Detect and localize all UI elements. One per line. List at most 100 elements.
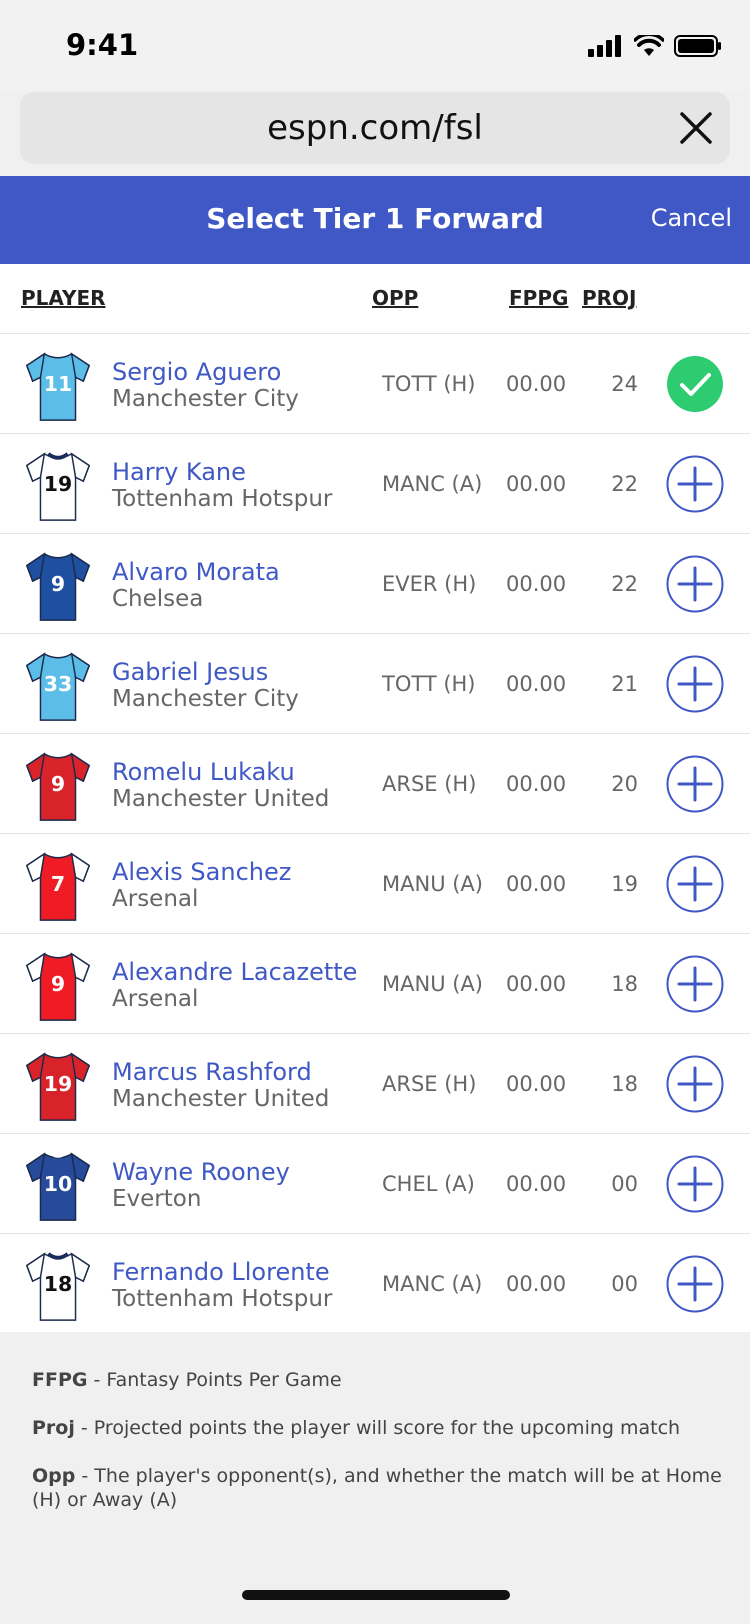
svg-text:9: 9 [51,572,65,596]
column-headers: PLAYER OPP FPPG PROJ [0,264,750,334]
add-player-icon[interactable] [666,655,724,713]
jersey-icon: 9 [25,952,91,1021]
player-row[interactable]: 9 Alexandre Lacazette Arsenal MANU (A) 00.00… [0,934,750,1034]
player-team: Arsenal [112,986,199,1012]
add-player-icon[interactable] [666,755,724,813]
cellular-signal-icon [588,35,621,57]
address-bar[interactable]: espn.com/fsl [20,92,730,164]
jersey-icon: 7 [25,852,91,921]
cancel-button[interactable]: Cancel [651,204,732,232]
player-fppg: 00.00 [506,1072,567,1096]
status-time: 9:41 [66,28,139,62]
player-opp: TOTT (H) [382,372,476,396]
svg-text:19: 19 [44,1072,72,1096]
player-row[interactable]: 9 Alvaro Morata Chelsea EVER (H) 00.00 22 [0,534,750,634]
player-team: Tottenham Hotspur [112,486,333,512]
svg-text:7: 7 [51,872,65,896]
player-name[interactable]: Wayne Rooney [112,1158,290,1186]
svg-text:10: 10 [44,1172,72,1196]
player-team: Manchester City [112,386,299,412]
jersey-icon: 19 [25,452,91,521]
player-name[interactable]: Romelu Lukaku [112,758,295,786]
svg-text:19: 19 [44,472,72,496]
status-icons [588,34,722,58]
jersey-icon: 10 [25,1152,91,1221]
add-player-icon[interactable] [666,555,724,613]
player-row[interactable]: 10 Wayne Rooney Everton CHEL (A) 00.00 00 [0,1134,750,1234]
jersey-icon: 11 [25,352,91,421]
wifi-icon [634,35,664,56]
player-opp: TOTT (H) [382,672,476,696]
page-title: Select Tier 1 Forward [206,202,544,235]
player-name[interactable]: Marcus Rashford [112,1058,312,1086]
player-proj: 24 [611,372,638,396]
player-fppg: 00.00 [506,1272,567,1296]
player-fppg: 00.00 [506,972,567,996]
player-opp: CHEL (A) [382,1172,475,1196]
player-name[interactable]: Alexandre Lacazette [112,958,357,986]
player-opp: MANC (A) [382,472,483,496]
jersey-icon: 19 [25,1052,91,1121]
battery-icon [674,35,721,57]
player-row[interactable]: 33 Gabriel Jesus Manchester City TOTT (H) 00… [0,634,750,734]
add-player-icon[interactable] [666,1255,724,1313]
player-row[interactable]: 19 Harry Kane Tottenham Hotspur MANC (A) 00.… [0,434,750,534]
player-proj: 22 [611,572,638,596]
legend-ffpg: FFPG - Fantasy Points Per Game [32,1369,342,1391]
player-row[interactable]: 18 Fernando Llorente Tottenham Hotspur MANC… [0,1234,750,1334]
player-team: Manchester City [112,686,299,712]
player-name[interactable]: Alvaro Morata [112,558,280,586]
add-player-icon[interactable] [666,455,724,513]
column-header-opp[interactable]: OPP [372,286,418,310]
add-player-icon[interactable] [666,1055,724,1113]
url-text: espn.com/fsl [267,108,483,148]
player-proj: 21 [611,672,638,696]
jersey-icon: 33 [25,652,91,721]
player-proj: 18 [611,972,638,996]
player-row[interactable]: 19 Marcus Rashford Manchester United ARSE (… [0,1034,750,1134]
player-opp: MANU (A) [382,972,483,996]
svg-text:9: 9 [51,972,65,996]
player-opp: MANU (A) [382,872,483,896]
player-team: Manchester United [112,1086,330,1112]
player-row[interactable]: 7 Alexis Sanchez Arsenal MANU (A) 00.00 19 [0,834,750,934]
player-team: Tottenham Hotspur [112,1286,333,1312]
add-player-icon[interactable] [666,955,724,1013]
player-proj: 00 [611,1272,638,1296]
player-proj: 22 [611,472,638,496]
close-icon[interactable] [678,110,714,146]
selected-check-icon[interactable] [666,355,724,413]
column-header-player[interactable]: PLAYER [21,286,106,310]
jersey-icon: 9 [25,552,91,621]
svg-text:11: 11 [44,372,72,396]
player-team: Chelsea [112,586,204,612]
column-header-fppg[interactable]: FPPG [509,286,568,310]
player-opp: ARSE (H) [382,772,477,796]
player-name[interactable]: Gabriel Jesus [112,658,268,686]
player-fppg: 00.00 [506,372,567,396]
column-header-proj[interactable]: PROJ [582,286,637,310]
player-name[interactable]: Harry Kane [112,458,246,486]
add-player-icon[interactable] [666,1155,724,1213]
home-indicator[interactable] [242,1590,510,1600]
player-name[interactable]: Sergio Aguero [112,358,281,386]
player-team: Manchester United [112,786,330,812]
player-opp: MANC (A) [382,1272,483,1296]
legend: FFPG - Fantasy Points Per Game Proj - Pr… [0,1332,750,1624]
player-fppg: 00.00 [506,772,567,796]
player-name[interactable]: Fernando Llorente [112,1258,330,1286]
player-row[interactable]: 11 Sergio Aguero Manchester City TOTT (H) 00… [0,334,750,434]
header-bar: Select Tier 1 Forward Cancel [0,176,750,264]
player-row[interactable]: 9 Romelu Lukaku Manchester United ARSE (H) 0… [0,734,750,834]
player-team: Everton [112,1186,202,1212]
player-fppg: 00.00 [506,872,567,896]
player-name[interactable]: Alexis Sanchez [112,858,291,886]
jersey-icon: 9 [25,752,91,821]
svg-text:33: 33 [44,672,72,696]
add-player-icon[interactable] [666,855,724,913]
player-opp: ARSE (H) [382,1072,477,1096]
player-table: PLAYER OPP FPPG PROJ 11 Sergio Aguero Manc… [0,264,750,1332]
svg-text:9: 9 [51,772,65,796]
svg-text:18: 18 [44,1272,72,1296]
player-team: Arsenal [112,886,199,912]
